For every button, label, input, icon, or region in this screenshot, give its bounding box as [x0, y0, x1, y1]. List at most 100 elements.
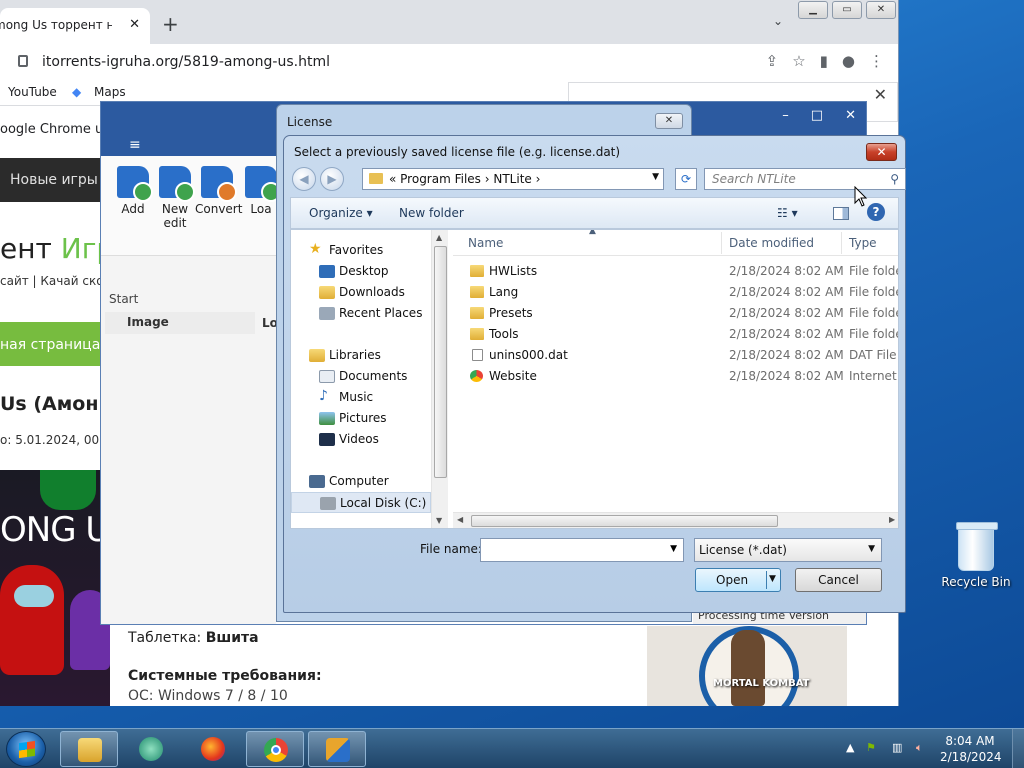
nav-libraries[interactable]: Libraries [291, 345, 431, 366]
scroll-up-icon[interactable]: ▲ [436, 233, 442, 242]
share-icon[interactable]: ⇪ [766, 52, 779, 70]
open-button[interactable]: Open ▼ [695, 568, 781, 592]
nav-music[interactable]: ♪ Music [291, 387, 431, 408]
new-edit-button[interactable]: New edit [153, 166, 197, 230]
column-type[interactable]: Type [849, 236, 877, 250]
browser-tab[interactable]: mong Us торрент на П ✕ [0, 8, 150, 44]
command-bar: Organize ▾ New folder ☷ ▾ ? [290, 197, 899, 229]
maximize-button[interactable]: ▭ [832, 1, 862, 19]
minimize-button[interactable]: ▁ [798, 1, 828, 19]
scroll-left-icon[interactable]: ◀ [457, 515, 463, 524]
column-separator[interactable] [721, 232, 722, 254]
column-name[interactable]: Name [468, 236, 503, 250]
address-bar: itorrents-igruha.org/5819-among-us.html … [0, 44, 898, 80]
close-button[interactable]: ✕ [866, 1, 896, 19]
forward-button[interactable]: ▶ [320, 167, 344, 191]
libraries-icon [309, 349, 325, 362]
popup-close-icon[interactable]: ✕ [874, 85, 887, 104]
taskbar-chrome[interactable] [246, 731, 304, 767]
nav-computer[interactable]: Computer [291, 471, 431, 492]
taskbar-media-player[interactable] [122, 731, 180, 767]
nav-favorites[interactable]: ★ Favorites [291, 240, 431, 261]
organize-button[interactable]: Organize ▾ [309, 206, 373, 220]
file-row[interactable]: Website 2/18/2024 8:02 AM Internet S [453, 366, 898, 387]
nav-pictures[interactable]: Pictures [291, 408, 431, 429]
file-row[interactable]: HWLists 2/18/2024 8:02 AM File folder [453, 261, 898, 282]
open-dialog-close-button[interactable]: ✕ [866, 143, 897, 161]
action-center-flag-icon[interactable]: ⚑ [866, 741, 876, 754]
scroll-right-icon[interactable]: ▶ [889, 515, 895, 524]
ntlite-maximize-button[interactable]: □ [811, 108, 823, 123]
search-icon[interactable]: ⚲ [890, 172, 899, 186]
new-folder-button[interactable]: New folder [399, 206, 464, 220]
file-name: Tools [489, 327, 519, 341]
lock-icon[interactable] [18, 55, 28, 67]
clock[interactable]: 8:04 AM 2/18/2024 [940, 733, 1002, 765]
game-cover-image[interactable]: ONG US [0, 470, 110, 706]
tab-close-icon[interactable]: ✕ [129, 17, 140, 32]
cancel-button[interactable]: Cancel [795, 568, 882, 592]
column-date-modified[interactable]: Date modified [729, 236, 814, 250]
site-nav-item[interactable]: Новые игры [0, 158, 110, 202]
file-row[interactable]: Presets 2/18/2024 8:02 AM File folder [453, 303, 898, 324]
open-dropdown-icon[interactable]: ▼ [769, 574, 776, 584]
taskbar: ▲ ⚑ ▥ 🔈︎ 8:04 AM 2/18/2024 [0, 728, 1024, 768]
show-hidden-icons[interactable]: ▲ [846, 741, 854, 754]
nav-documents[interactable]: Documents [291, 366, 431, 387]
bookmark-maps[interactable]: Maps [94, 85, 126, 99]
back-button[interactable]: ◀ [292, 167, 316, 191]
hscroll-thumb[interactable] [471, 515, 778, 527]
tab-search-button[interactable]: ⌄ [773, 14, 783, 28]
refresh-button[interactable]: ⟳ [675, 168, 697, 190]
network-icon[interactable]: ▥ [892, 741, 902, 754]
hamburger-menu-icon[interactable]: ≡ [129, 137, 141, 153]
recycle-bin[interactable]: Recycle Bin [940, 522, 1012, 589]
view-options-icon[interactable]: ☷ ▾ [777, 206, 798, 220]
file-row[interactable]: Tools 2/18/2024 8:02 AM File folder [453, 324, 898, 345]
nav-videos[interactable]: Videos [291, 429, 431, 450]
bookmark-star-icon[interactable]: ☆ [792, 52, 805, 70]
convert-button[interactable]: Convert [195, 166, 242, 216]
path-dropdown-icon[interactable]: ▼ [652, 172, 659, 182]
file-row[interactable]: unins000.dat 2/18/2024 8:02 AM DAT File [453, 345, 898, 366]
file-list-hscrollbar[interactable]: ◀ ▶ [453, 512, 898, 528]
column-separator[interactable] [841, 232, 842, 254]
bookmark-youtube[interactable]: YouTube [8, 85, 57, 99]
nav-recent-places[interactable]: Recent Places [291, 303, 431, 324]
nav-scroll-thumb[interactable] [434, 246, 447, 478]
cover-text: ONG US [0, 510, 110, 550]
ntlite-minimize-button[interactable]: – [782, 108, 789, 123]
search-input[interactable]: Search NTLite ⚲ [704, 168, 906, 190]
file-name-input[interactable]: ▼ [480, 538, 684, 562]
side-panel-icon[interactable]: ▮ [820, 52, 828, 70]
image-column-header[interactable]: Image [105, 312, 255, 334]
add-button[interactable]: Add [111, 166, 155, 216]
help-icon[interactable]: ? [867, 203, 885, 221]
file-type-filter[interactable]: License (*.dat) ▼ [694, 538, 882, 562]
site-title-left: ент [0, 232, 61, 265]
file-row[interactable]: Lang 2/18/2024 8:02 AM File folder [453, 282, 898, 303]
nav-desktop[interactable]: Desktop [291, 261, 431, 282]
mortal-kombat-banner[interactable]: MORTAL KOMBAT [647, 626, 847, 706]
taskbar-ntlite[interactable] [308, 731, 366, 767]
breadcrumb-path[interactable]: « Program Files › NTLite › ▼ [362, 168, 664, 190]
scroll-down-icon[interactable]: ▼ [436, 516, 442, 525]
url-text[interactable]: itorrents-igruha.org/5819-among-us.html [42, 54, 330, 70]
start-button[interactable] [6, 731, 46, 767]
nav-local-disk[interactable]: Local Disk (C:) [291, 492, 431, 513]
load-button[interactable]: Loa [241, 166, 281, 216]
show-desktop-button[interactable] [1012, 729, 1024, 768]
profile-icon[interactable]: ● [842, 52, 855, 70]
new-tab-button[interactable]: + [162, 12, 179, 36]
license-close-button[interactable]: ✕ [655, 113, 683, 129]
volume-muted-icon[interactable]: 🔈︎ [916, 741, 923, 755]
preview-pane-icon[interactable] [833, 207, 849, 220]
ntlite-close-button[interactable]: ✕ [845, 108, 856, 123]
nav-downloads[interactable]: Downloads [291, 282, 431, 303]
nav-scrollbar[interactable]: ▲ ▼ [431, 230, 448, 528]
taskbar-explorer[interactable] [60, 731, 118, 767]
menu-dots-icon[interactable]: ⋮ [869, 52, 884, 70]
taskbar-firefox[interactable] [184, 731, 242, 767]
site-home-button[interactable]: ная страница [0, 322, 102, 366]
file-name-dropdown-icon[interactable]: ▼ [670, 544, 677, 554]
